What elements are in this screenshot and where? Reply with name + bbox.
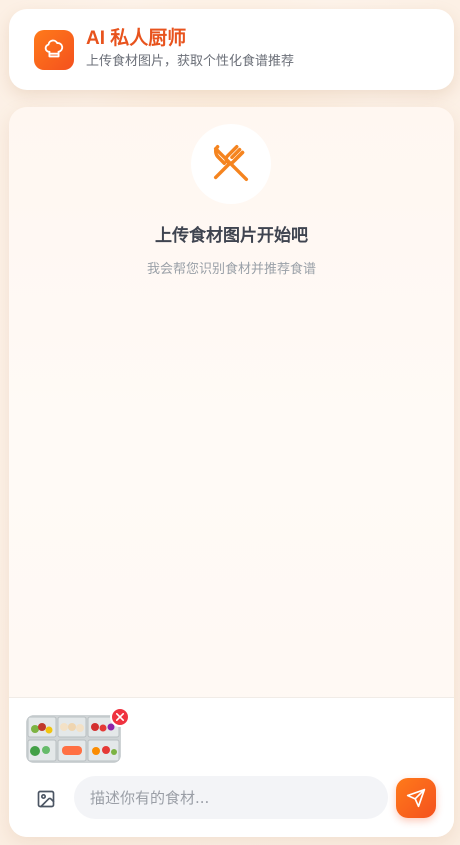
app-subtitle: 上传食材图片，获取个性化食谱推荐	[86, 54, 295, 69]
app-title: AI 私人厨师	[86, 28, 187, 49]
image-thumbnail[interactable]	[26, 715, 121, 763]
send-button[interactable]	[396, 778, 436, 818]
ingredient-input[interactable]	[74, 776, 388, 819]
attachment-preview	[26, 707, 130, 763]
fork-knife-icon	[191, 124, 271, 204]
remove-attachment-button[interactable]	[110, 707, 130, 727]
app-header: AI 私人厨师 上传食材图片，获取个性化食谱推荐	[9, 9, 454, 90]
empty-state-title: 上传食材图片开始吧	[155, 226, 308, 246]
empty-state-hint: 我会帮您识别食材并推荐食谱	[146, 262, 316, 277]
chef-hat-icon	[34, 29, 74, 70]
image-icon	[37, 790, 55, 808]
composer	[9, 697, 454, 837]
send-icon	[406, 788, 426, 808]
chat-panel: 上传食材图片开始吧 我会帮您识别食材并推荐食谱	[9, 107, 454, 837]
upload-image-button[interactable]	[32, 785, 60, 813]
close-icon	[116, 713, 124, 721]
